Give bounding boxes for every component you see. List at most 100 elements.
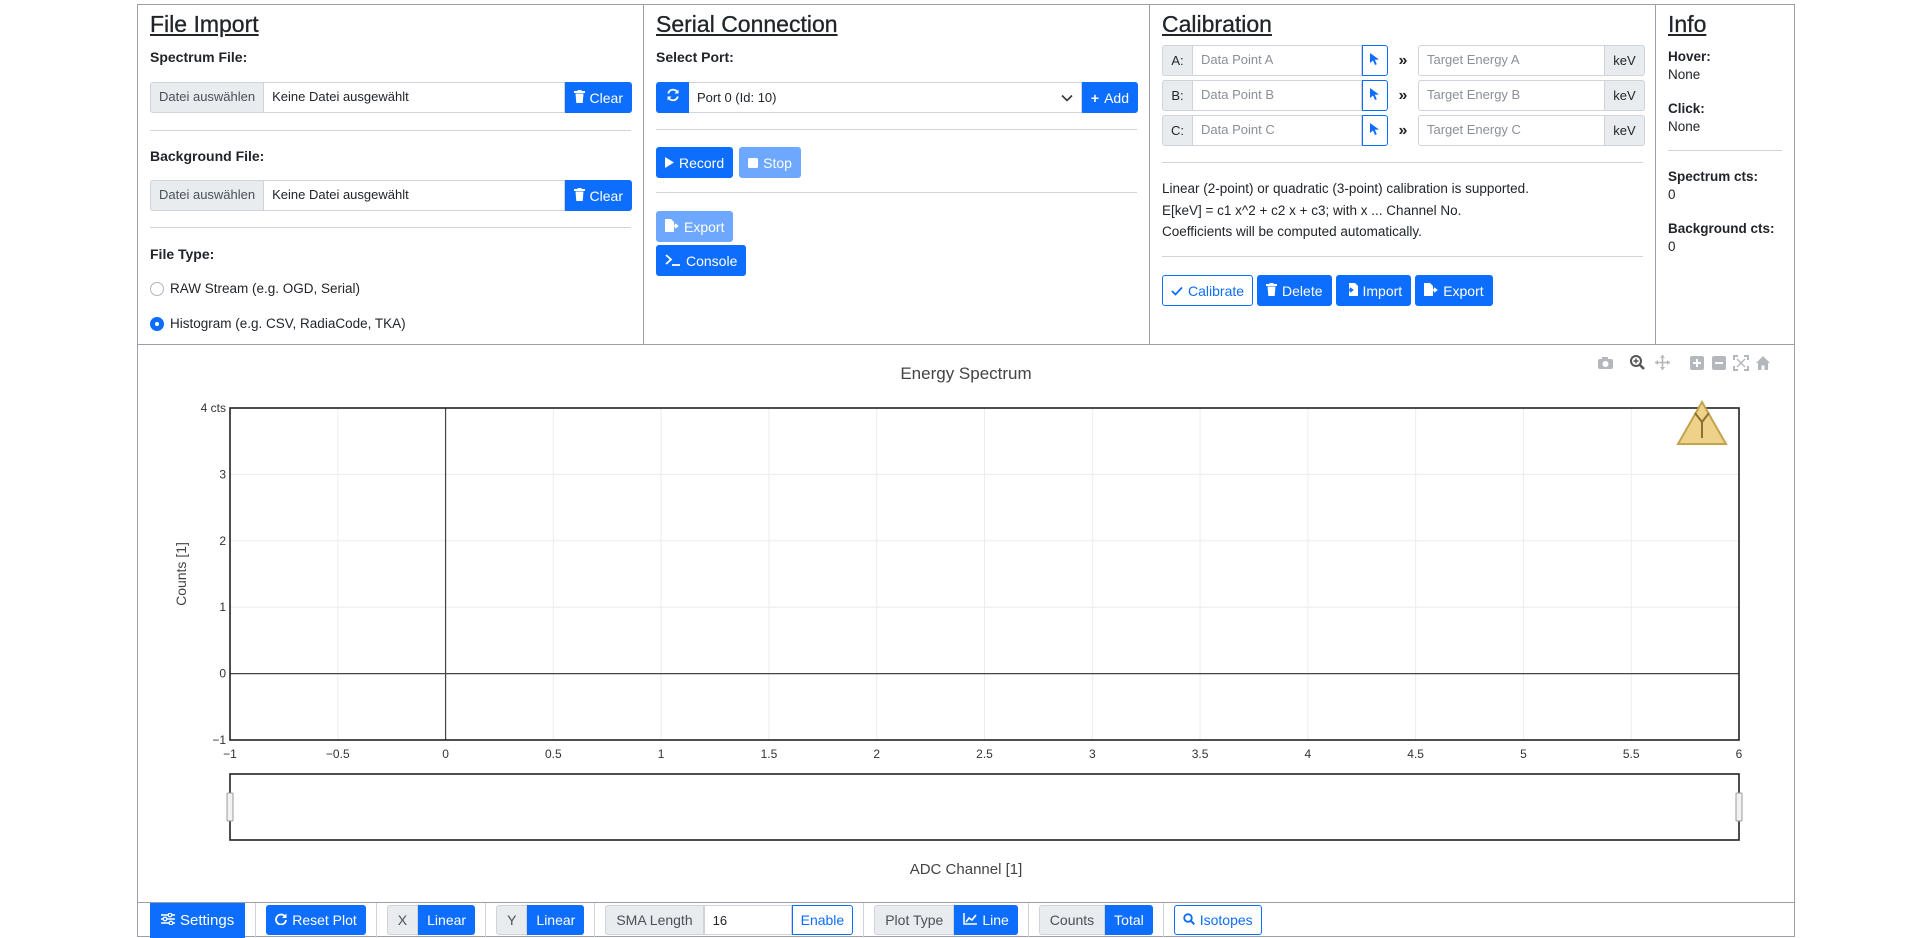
file-import-panel: File Import Spectrum File: Datei auswähl… [138, 5, 644, 345]
delete-calibration-button[interactable]: Delete [1257, 275, 1332, 306]
file-type-histogram-radio[interactable]: Histogram (e.g. CSV, RadiaCode, TKA) [150, 316, 406, 331]
record-label: Record [679, 154, 725, 171]
sma-length-input[interactable]: 16 [703, 905, 792, 935]
console-button[interactable]: Console [656, 245, 747, 276]
stop-button[interactable]: Stop [739, 147, 801, 178]
x-scale-toggle[interactable]: X Linear [386, 905, 476, 935]
spectrum-cts-label: Spectrum cts: [1668, 169, 1759, 184]
calibration-row-tag: B: [1162, 80, 1192, 111]
calibrate-button[interactable]: Calibrate [1162, 275, 1254, 306]
range-slider-right-handle[interactable] [1735, 792, 1743, 822]
sma-enable-button[interactable]: Enable [791, 905, 854, 935]
data-point-b-input[interactable]: Data Point B [1192, 80, 1362, 111]
settings-group: Settings [138, 902, 257, 938]
unit-kev: keV [1605, 80, 1645, 111]
sma-control: SMA Length 16 Enable [605, 905, 854, 935]
spectrum-file-choose-button[interactable]: Datei auswählen [150, 82, 264, 113]
x-tick-label: 4 [1305, 747, 1312, 761]
x-scale-value[interactable]: Linear [418, 905, 476, 935]
export-label: Export [1443, 282, 1484, 299]
calibration-row-c: C: Data Point C » Target Energy C keV [1162, 115, 1645, 146]
line-chart-icon [963, 912, 978, 928]
y-tick-label: 4 cts [201, 401, 226, 415]
double-chevron-right-icon: » [1398, 86, 1408, 104]
target-energy-c-input[interactable]: Target Energy C [1418, 115, 1605, 146]
autoscale-icon[interactable] [1733, 355, 1749, 371]
reset-axes-home-icon[interactable] [1756, 356, 1770, 370]
background-cts-value: 0 [1668, 239, 1676, 254]
x-tick-label: 3.5 [1192, 747, 1209, 761]
plot-type-value-button[interactable]: Line [954, 905, 1018, 935]
background-clear-button[interactable]: Clear [564, 180, 632, 211]
pick-point-c-button[interactable] [1362, 115, 1388, 146]
counts-value[interactable]: Total [1105, 905, 1153, 935]
hover-value: None [1668, 67, 1701, 82]
select-port-label: Select Port: [656, 49, 734, 65]
file-export-icon [665, 218, 679, 235]
zoom-in-icon[interactable] [1690, 356, 1704, 370]
console-label: Console [686, 252, 738, 269]
data-point-a-input[interactable]: Data Point A [1192, 45, 1362, 76]
x-tick-label: 5.5 [1623, 747, 1640, 761]
calibration-title: Calibration [1162, 11, 1272, 37]
unit-kev: keV [1605, 45, 1645, 76]
export-calibration-button[interactable]: Export [1415, 275, 1493, 306]
double-chevron-right-icon: » [1398, 51, 1408, 69]
y-axis-title: Counts [1] [173, 542, 189, 606]
cursor-icon [1370, 53, 1380, 68]
calibration-row-tag: A: [1162, 45, 1192, 76]
top-panels: File Import Spectrum File: Datei auswähl… [138, 5, 1794, 345]
add-port-button[interactable]: + Add [1081, 82, 1138, 113]
settings-button[interactable]: Settings [150, 902, 246, 938]
target-energy-a-input[interactable]: Target Energy A [1418, 45, 1605, 76]
target-energy-b-input[interactable]: Target Energy B [1418, 80, 1605, 111]
range-slider[interactable] [229, 773, 1740, 841]
file-type-raw-radio[interactable]: RAW Stream (e.g. OGD, Serial) [150, 281, 360, 296]
background-file-choose-button[interactable]: Datei auswählen [150, 180, 264, 211]
reset-plot-button[interactable]: Reset Plot [266, 905, 366, 935]
data-point-c-input[interactable]: Data Point C [1192, 115, 1362, 146]
serial-export-button[interactable]: Export [656, 211, 734, 242]
calibration-panel: Calibration A: Data Point A » Target Ene… [1150, 5, 1656, 345]
spectrum-clear-button[interactable]: Clear [564, 82, 632, 113]
y-scale-value[interactable]: Linear [527, 905, 585, 935]
range-slider-left-handle[interactable] [226, 792, 234, 822]
reset-plot-label: Reset Plot [292, 912, 357, 928]
x-tick-label: −0.5 [326, 747, 350, 761]
port-select[interactable]: Port 0 (Id: 10) [689, 82, 1082, 113]
y-scale-toggle[interactable]: Y Linear [496, 905, 585, 935]
plot-type-toggle[interactable]: Plot Type Line [874, 905, 1018, 935]
energy-spectrum-plot[interactable]: Energy Spectrum −1 −0.5 0 0.5 1 1.5 2 2.… [138, 346, 1794, 902]
y-tick-label: 0 [219, 667, 226, 681]
record-button[interactable]: Record [656, 147, 734, 178]
x-tick-label: 1 [658, 747, 665, 761]
play-icon [665, 155, 674, 171]
background-clear-label: Clear [589, 187, 623, 204]
pick-point-b-button[interactable] [1362, 80, 1388, 111]
y-tick-label: 3 [219, 467, 226, 481]
rotate-icon [275, 912, 288, 928]
calibration-help-line: Linear (2-point) or quadratic (3-point) … [1162, 181, 1529, 196]
zoom-icon[interactable] [1630, 355, 1645, 370]
spectrum-chart-svg[interactable]: Energy Spectrum −1 −0.5 0 0.5 1 1.5 2 2.… [138, 346, 1794, 902]
x-scale-label: X [386, 905, 419, 935]
counts-toggle[interactable]: Counts Total [1038, 905, 1153, 935]
x-scale-group: X Linear [377, 902, 487, 938]
calibration-help-line: Coefficients will be computed automatica… [1162, 224, 1422, 239]
isotopes-button[interactable]: Isotopes [1173, 905, 1262, 935]
radio-unchecked-icon [150, 281, 164, 296]
trash-icon [573, 187, 585, 204]
add-port-label: Add [1104, 89, 1129, 106]
delete-label: Delete [1282, 282, 1323, 299]
refresh-ports-button[interactable] [656, 82, 689, 113]
camera-icon[interactable] [1598, 357, 1613, 369]
pan-icon[interactable] [1655, 355, 1670, 370]
settings-label: Settings [180, 911, 235, 929]
zoom-out-icon[interactable] [1712, 356, 1726, 370]
x-gridlines [229, 408, 1740, 740]
counts-group: Counts Total [1029, 902, 1164, 938]
import-calibration-button[interactable]: Import [1335, 275, 1412, 306]
sliders-icon [161, 912, 175, 929]
plus-icon: + [1090, 89, 1100, 106]
pick-point-a-button[interactable] [1362, 45, 1388, 76]
